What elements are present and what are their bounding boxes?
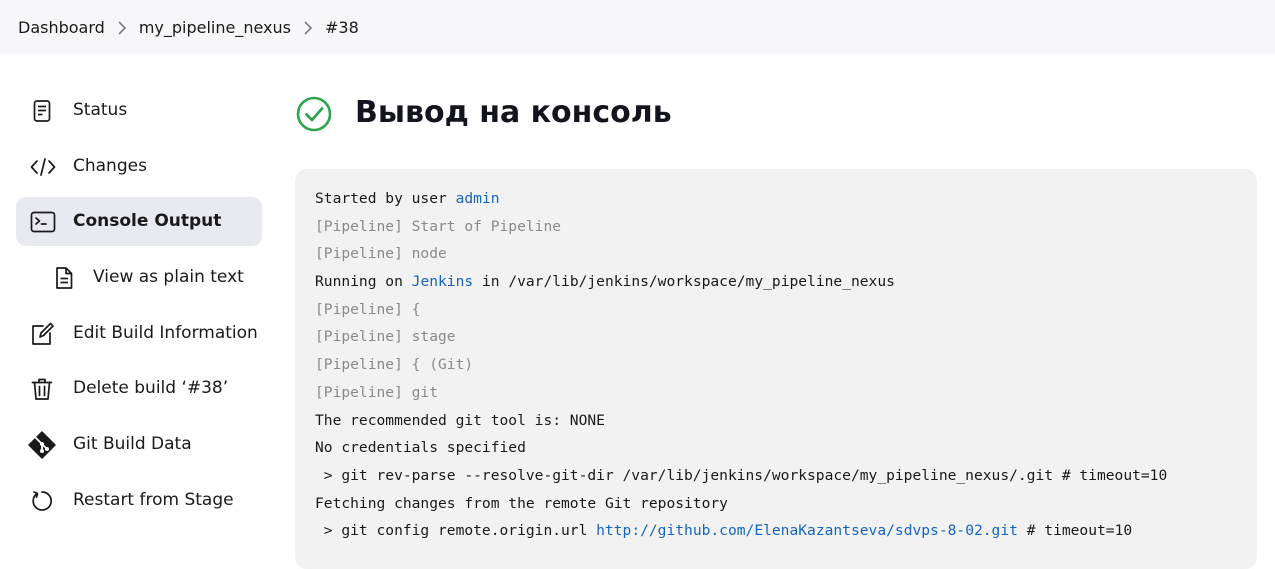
console-text: # timeout=10 (1017, 522, 1133, 540)
file-icon (52, 266, 76, 290)
console-link[interactable]: admin (456, 190, 500, 207)
console-line: Fetching changes from the remote Git rep… (315, 490, 1237, 518)
git-icon (28, 431, 56, 459)
console-text: Running on (315, 273, 412, 291)
breadcrumb: Dashboard my_pipeline_nexus #38 (0, 0, 1275, 54)
sidebar-item-label: Edit Build Information (73, 322, 258, 343)
chevron-right-icon (291, 18, 325, 37)
console-output: Started by user admin [Pipeline] Start of… (295, 169, 1257, 569)
console-line: Running on Jenkins in /var/lib/jenkins/w… (315, 268, 1237, 296)
sidebar-item-edit-build-information[interactable]: Edit Build Information (16, 309, 262, 358)
sidebar-item-label: Restart from Stage (73, 489, 234, 510)
sidebar-item-restart-from-stage[interactable]: Restart from Stage (16, 476, 262, 525)
sidebar-item-status[interactable]: Status (16, 86, 262, 135)
console-text: in /var/lib/jenkins/workspace/my_pipelin… (473, 273, 895, 291)
breadcrumb-dashboard[interactable]: Dashboard (18, 18, 105, 37)
console-line: Started by user admin (315, 185, 1237, 213)
console-line: [Pipeline] Start of Pipeline (315, 213, 1237, 241)
sidebar-item-delete-build[interactable]: Delete build ‘#38’ (16, 364, 262, 413)
chevron-right-icon (105, 18, 139, 37)
console-text: The recommended git tool is: NONE (315, 411, 605, 429)
console-line: [Pipeline] stage (315, 323, 1237, 351)
restart-icon (30, 489, 54, 513)
sidebar-item-changes[interactable]: Changes (16, 142, 262, 191)
console-link[interactable]: http://github.com/ElenaKazantseva/sdvps-… (596, 522, 1018, 539)
console-text: [Pipeline] node (315, 245, 447, 263)
sidebar: Status Changes Console Output View as pl… (16, 86, 262, 532)
document-icon (30, 99, 54, 123)
console-line: > git rev-parse --resolve-git-dir /var/l… (315, 462, 1237, 490)
console-text: [Pipeline] { (315, 300, 421, 318)
console-line: [Pipeline] git (315, 379, 1237, 407)
console-text: [Pipeline] Start of Pipeline (315, 217, 562, 235)
sidebar-item-view-plain-text[interactable]: View as plain text (16, 253, 262, 302)
console-text: Fetching changes from the remote Git rep… (315, 494, 728, 512)
console-text: > git rev-parse --resolve-git-dir /var/l… (315, 466, 1168, 484)
sidebar-item-label: Changes (73, 155, 147, 176)
console-line: [Pipeline] { (Git) (315, 351, 1237, 379)
sidebar-item-label: Delete build ‘#38’ (73, 378, 229, 399)
console-text: [Pipeline] stage (315, 328, 456, 346)
sidebar-item-label: Status (73, 100, 128, 120)
breadcrumb-build[interactable]: #38 (325, 18, 359, 37)
page-header: Вывод на консоль (296, 94, 672, 134)
console-text: [Pipeline] git (315, 383, 439, 401)
console-text: > git config remote.origin.url (315, 522, 597, 540)
edit-icon (30, 322, 54, 346)
sidebar-item-label: Console Output (73, 211, 222, 232)
trash-icon (30, 377, 54, 401)
success-check-icon (296, 96, 332, 132)
sidebar-item-label: View as plain text (93, 267, 244, 288)
console-text: No credentials specified (315, 439, 526, 457)
sidebar-item-git-build-data[interactable]: Git Build Data (16, 420, 262, 469)
code-icon (30, 155, 56, 179)
console-line: [Pipeline] node (315, 240, 1237, 268)
sidebar-item-label: Git Build Data (73, 434, 192, 455)
page-title: Вывод на консоль (355, 95, 672, 130)
breadcrumb-job[interactable]: my_pipeline_nexus (139, 18, 291, 37)
console-line: [Pipeline] { (315, 296, 1237, 324)
terminal-icon (30, 210, 56, 234)
console-text: Started by user (315, 190, 456, 207)
console-line: The recommended git tool is: NONE (315, 407, 1237, 435)
console-text: [Pipeline] { (Git) (315, 356, 474, 374)
console-line: > git config remote.origin.url http://gi… (315, 517, 1237, 545)
sidebar-item-console-output[interactable]: Console Output (16, 197, 262, 247)
console-link[interactable]: Jenkins (412, 273, 474, 290)
console-line: No credentials specified (315, 434, 1237, 462)
